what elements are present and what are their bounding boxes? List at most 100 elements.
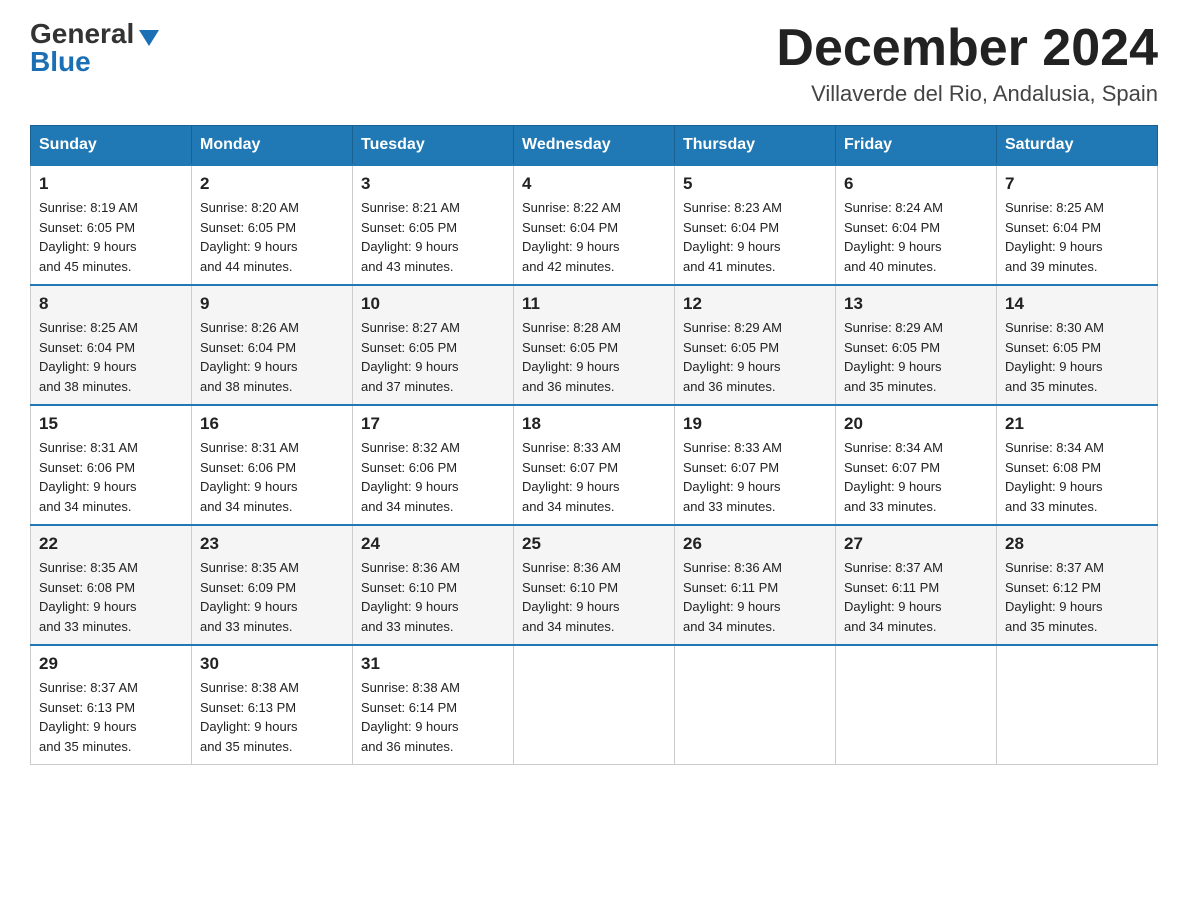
calendar-cell: 21Sunrise: 8:34 AMSunset: 6:08 PMDayligh…	[997, 405, 1158, 525]
day-info: Sunrise: 8:28 AMSunset: 6:05 PMDaylight:…	[522, 318, 666, 396]
day-header-saturday: Saturday	[997, 126, 1158, 166]
day-info: Sunrise: 8:20 AMSunset: 6:05 PMDaylight:…	[200, 198, 344, 276]
day-info: Sunrise: 8:36 AMSunset: 6:10 PMDaylight:…	[361, 558, 505, 636]
day-number: 11	[522, 294, 666, 314]
calendar-cell: 15Sunrise: 8:31 AMSunset: 6:06 PMDayligh…	[31, 405, 192, 525]
day-header-tuesday: Tuesday	[353, 126, 514, 166]
calendar-cell	[836, 645, 997, 765]
day-header-thursday: Thursday	[675, 126, 836, 166]
day-number: 26	[683, 534, 827, 554]
day-info: Sunrise: 8:26 AMSunset: 6:04 PMDaylight:…	[200, 318, 344, 396]
calendar-cell: 6 Sunrise: 8:24 AMSunset: 6:04 PMDaylight…	[836, 165, 997, 285]
logo-blue-text: Blue	[30, 48, 91, 76]
day-info: Sunrise: 8:30 AMSunset: 6:05 PMDaylight:…	[1005, 318, 1149, 396]
day-info: Sunrise: 8:32 AMSunset: 6:06 PMDaylight:…	[361, 438, 505, 516]
calendar-cell: 12Sunrise: 8:29 AMSunset: 6:05 PMDayligh…	[675, 285, 836, 405]
day-number: 14	[1005, 294, 1149, 314]
calendar-cell: 25Sunrise: 8:36 AMSunset: 6:10 PMDayligh…	[514, 525, 675, 645]
day-info: Sunrise: 8:29 AMSunset: 6:05 PMDaylight:…	[683, 318, 827, 396]
calendar-cell: 20 Sunrise: 8:34 AMSunset: 6:07 PMDayligh…	[836, 405, 997, 525]
calendar-cell: 3 Sunrise: 8:21 AMSunset: 6:05 PMDaylight…	[353, 165, 514, 285]
day-number: 28	[1005, 534, 1149, 554]
day-number: 19	[683, 414, 827, 434]
day-number: 22	[39, 534, 183, 554]
calendar-table: SundayMondayTuesdayWednesdayThursdayFrid…	[30, 125, 1158, 765]
calendar-cell: 26 Sunrise: 8:36 AMSunset: 6:11 PMDayligh…	[675, 525, 836, 645]
calendar-cell: 17 Sunrise: 8:32 AMSunset: 6:06 PMDayligh…	[353, 405, 514, 525]
month-title: December 2024	[776, 20, 1158, 77]
day-info: Sunrise: 8:36 AMSunset: 6:11 PMDaylight:…	[683, 558, 827, 636]
day-header-friday: Friday	[836, 126, 997, 166]
calendar-cell: 8Sunrise: 8:25 AMSunset: 6:04 PMDaylight…	[31, 285, 192, 405]
logo: General Blue	[30, 20, 159, 76]
day-info: Sunrise: 8:29 AMSunset: 6:05 PMDaylight:…	[844, 318, 988, 396]
day-info: Sunrise: 8:31 AMSunset: 6:06 PMDaylight:…	[200, 438, 344, 516]
day-number: 9	[200, 294, 344, 314]
calendar-cell: 18 Sunrise: 8:33 AMSunset: 6:07 PMDayligh…	[514, 405, 675, 525]
day-number: 24	[361, 534, 505, 554]
day-number: 17	[361, 414, 505, 434]
day-info: Sunrise: 8:35 AMSunset: 6:08 PMDaylight:…	[39, 558, 183, 636]
day-number: 16	[200, 414, 344, 434]
day-number: 29	[39, 654, 183, 674]
day-number: 18	[522, 414, 666, 434]
day-number: 30	[200, 654, 344, 674]
calendar-cell: 7 Sunrise: 8:25 AMSunset: 6:04 PMDaylight…	[997, 165, 1158, 285]
calendar-cell: 5Sunrise: 8:23 AMSunset: 6:04 PMDaylight…	[675, 165, 836, 285]
calendar-cell: 13 Sunrise: 8:29 AMSunset: 6:05 PMDayligh…	[836, 285, 997, 405]
day-header-monday: Monday	[192, 126, 353, 166]
day-info: Sunrise: 8:25 AMSunset: 6:04 PMDaylight:…	[1005, 198, 1149, 276]
day-info: Sunrise: 8:24 AMSunset: 6:04 PMDaylight:…	[844, 198, 988, 276]
day-info: Sunrise: 8:38 AMSunset: 6:14 PMDaylight:…	[361, 678, 505, 756]
day-info: Sunrise: 8:19 AMSunset: 6:05 PMDaylight:…	[39, 198, 183, 276]
calendar-week-row: 29 Sunrise: 8:37 AMSunset: 6:13 PMDayligh…	[31, 645, 1158, 765]
day-number: 2	[200, 174, 344, 194]
calendar-cell: 11 Sunrise: 8:28 AMSunset: 6:05 PMDayligh…	[514, 285, 675, 405]
day-info: Sunrise: 8:22 AMSunset: 6:04 PMDaylight:…	[522, 198, 666, 276]
calendar-cell: 24 Sunrise: 8:36 AMSunset: 6:10 PMDayligh…	[353, 525, 514, 645]
day-number: 3	[361, 174, 505, 194]
calendar-cell: 4 Sunrise: 8:22 AMSunset: 6:04 PMDaylight…	[514, 165, 675, 285]
day-info: Sunrise: 8:34 AMSunset: 6:07 PMDaylight:…	[844, 438, 988, 516]
day-info: Sunrise: 8:37 AMSunset: 6:13 PMDaylight:…	[39, 678, 183, 756]
calendar-cell: 14 Sunrise: 8:30 AMSunset: 6:05 PMDayligh…	[997, 285, 1158, 405]
calendar-cell: 1 Sunrise: 8:19 AMSunset: 6:05 PMDaylight…	[31, 165, 192, 285]
day-info: Sunrise: 8:31 AMSunset: 6:06 PMDaylight:…	[39, 438, 183, 516]
day-info: Sunrise: 8:38 AMSunset: 6:13 PMDaylight:…	[200, 678, 344, 756]
logo-triangle-icon	[139, 30, 159, 46]
calendar-cell: 9 Sunrise: 8:26 AMSunset: 6:04 PMDaylight…	[192, 285, 353, 405]
day-info: Sunrise: 8:27 AMSunset: 6:05 PMDaylight:…	[361, 318, 505, 396]
day-number: 6	[844, 174, 988, 194]
day-number: 1	[39, 174, 183, 194]
calendar-cell: 16 Sunrise: 8:31 AMSunset: 6:06 PMDayligh…	[192, 405, 353, 525]
calendar-cell: 19 Sunrise: 8:33 AMSunset: 6:07 PMDayligh…	[675, 405, 836, 525]
calendar-cell: 23Sunrise: 8:35 AMSunset: 6:09 PMDayligh…	[192, 525, 353, 645]
calendar-cell	[997, 645, 1158, 765]
calendar-cell: 2 Sunrise: 8:20 AMSunset: 6:05 PMDaylight…	[192, 165, 353, 285]
day-number: 10	[361, 294, 505, 314]
calendar-cell: 29 Sunrise: 8:37 AMSunset: 6:13 PMDayligh…	[31, 645, 192, 765]
day-number: 4	[522, 174, 666, 194]
day-number: 7	[1005, 174, 1149, 194]
day-header-sunday: Sunday	[31, 126, 192, 166]
calendar-cell	[514, 645, 675, 765]
day-info: Sunrise: 8:33 AMSunset: 6:07 PMDaylight:…	[522, 438, 666, 516]
calendar-week-row: 8Sunrise: 8:25 AMSunset: 6:04 PMDaylight…	[31, 285, 1158, 405]
day-number: 20	[844, 414, 988, 434]
day-info: Sunrise: 8:33 AMSunset: 6:07 PMDaylight:…	[683, 438, 827, 516]
calendar-header-row: SundayMondayTuesdayWednesdayThursdayFrid…	[31, 126, 1158, 166]
calendar-cell	[675, 645, 836, 765]
calendar-week-row: 15Sunrise: 8:31 AMSunset: 6:06 PMDayligh…	[31, 405, 1158, 525]
calendar-cell: 10 Sunrise: 8:27 AMSunset: 6:05 PMDayligh…	[353, 285, 514, 405]
day-number: 8	[39, 294, 183, 314]
day-number: 23	[200, 534, 344, 554]
calendar-week-row: 22 Sunrise: 8:35 AMSunset: 6:08 PMDayligh…	[31, 525, 1158, 645]
calendar-cell: 27Sunrise: 8:37 AMSunset: 6:11 PMDayligh…	[836, 525, 997, 645]
day-info: Sunrise: 8:21 AMSunset: 6:05 PMDaylight:…	[361, 198, 505, 276]
day-number: 5	[683, 174, 827, 194]
calendar-week-row: 1 Sunrise: 8:19 AMSunset: 6:05 PMDaylight…	[31, 165, 1158, 285]
calendar-cell: 28Sunrise: 8:37 AMSunset: 6:12 PMDayligh…	[997, 525, 1158, 645]
day-number: 13	[844, 294, 988, 314]
day-info: Sunrise: 8:34 AMSunset: 6:08 PMDaylight:…	[1005, 438, 1149, 516]
page-header: General Blue December 2024 Villaverde de…	[30, 20, 1158, 107]
